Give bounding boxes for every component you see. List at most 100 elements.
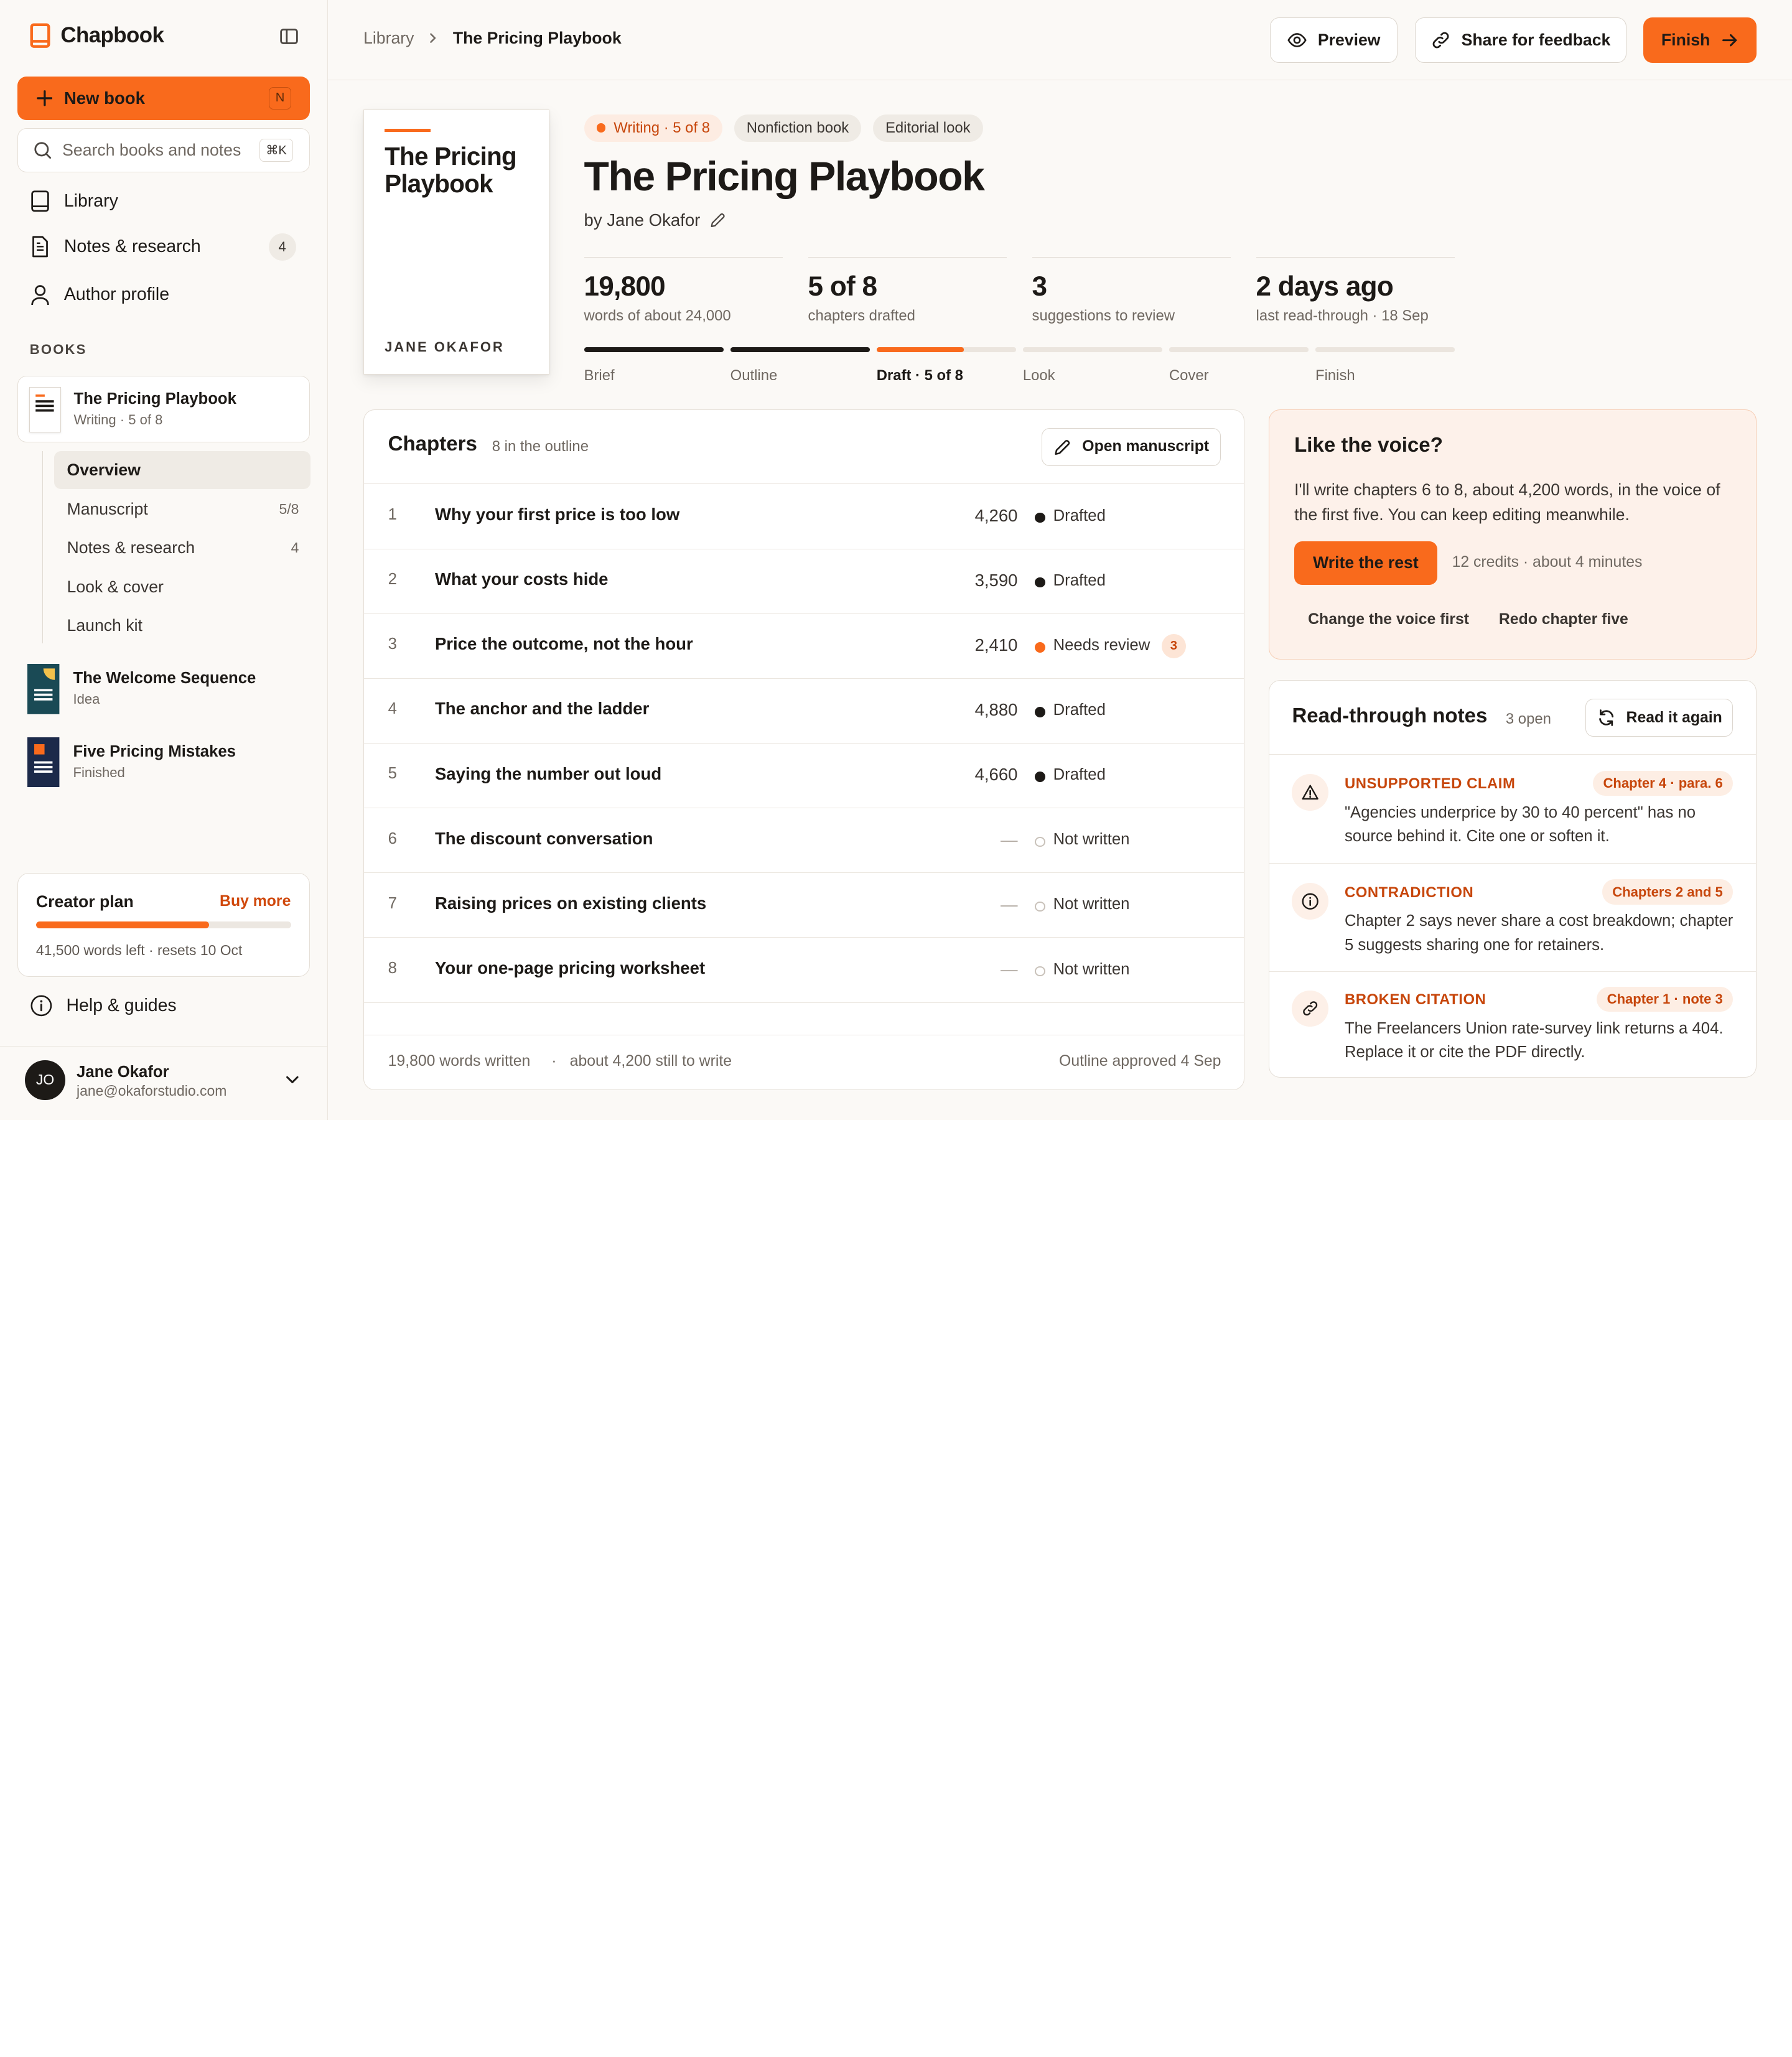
stage-brief-track	[584, 347, 724, 352]
subnav-manuscript[interactable]: Manuscript 5/8	[54, 490, 310, 528]
new-book-button[interactable]: New book N	[17, 77, 310, 120]
chapter-status-dot	[1035, 512, 1045, 523]
book-type-chip: Nonfiction book	[734, 114, 862, 142]
stage-brief-fill	[584, 347, 724, 352]
chapter-row[interactable]: 7 Raising prices on existing clients — Not …	[364, 873, 1244, 938]
note-reference[interactable]: Chapters 2 and 5	[1602, 879, 1734, 905]
note-reference[interactable]: Chapter 4 · para. 6	[1593, 770, 1734, 796]
stat-chapters-value: 5 of 8	[808, 271, 877, 302]
subnav-look-label: Look & cover	[67, 577, 164, 596]
note-text: The Freelancers Union rate-survey link r…	[1344, 1019, 1724, 1061]
cover-accent-rule	[385, 128, 431, 133]
book-cover[interactable]: The Pricing Playbook JANE OKAFOR	[363, 110, 550, 375]
note-kind: UNSUPPORTED CLAIM	[1344, 775, 1516, 793]
chapter-status: Drafted	[1053, 766, 1106, 784]
brand[interactable]: Chapbook	[30, 23, 164, 48]
chapter-word-count: —	[1000, 829, 1018, 849]
note-item[interactable]: UNSUPPORTED CLAIM Chapter 4 · para. 6 "A…	[1269, 755, 1756, 864]
stage-finish-label: Finish	[1315, 366, 1355, 384]
stat-chapters: 5 of 8 chapters drafted	[808, 257, 1007, 324]
nav-author-profile[interactable]: Author profile	[30, 284, 169, 307]
sidebar-toggle-icon[interactable]	[279, 26, 299, 47]
chapter-row[interactable]: 3 Price the outcome, not the hour 2,410 Nee…	[364, 613, 1244, 679]
book-thumbnail	[29, 386, 62, 433]
avatar: JO	[25, 1060, 65, 1100]
redo-chapter-five-button[interactable]: Redo chapter five	[1499, 611, 1628, 628]
finish-button[interactable]: Finish	[1643, 17, 1757, 63]
search-input[interactable]: Search books and notes ⌘K	[17, 128, 310, 173]
chapter-row[interactable]: 4 The anchor and the ladder 4,880 Drafted	[364, 678, 1244, 744]
share-label: Share for feedback	[1461, 30, 1611, 49]
stage-cover[interactable]: Cover	[1169, 347, 1309, 384]
sidebar: Chapbook New book N Search books and not…	[0, 0, 329, 1120]
nav-library[interactable]: Library	[30, 190, 118, 213]
read-again-button[interactable]: Read it again	[1585, 699, 1734, 737]
stage-finish[interactable]: Finish	[1315, 347, 1455, 384]
notes-header: Read-through notes 3 open Read it again	[1269, 681, 1756, 755]
current-book-card[interactable]: The Pricing Playbook Writing · 5 of 8	[17, 376, 310, 442]
stage-outline-track	[730, 347, 870, 352]
stage-outline[interactable]: Outline	[730, 347, 870, 384]
eye-icon	[1287, 30, 1307, 50]
note-item[interactable]: CONTRADICTION Chapters 2 and 5 Chapter 2…	[1269, 864, 1756, 973]
chapters-header: Chapters 8 in the outline Open manuscrip…	[364, 410, 1244, 484]
stat-words-label: words of about 24,000	[584, 307, 731, 324]
open-manuscript-label: Open manuscript	[1082, 438, 1210, 455]
stage-look[interactable]: Look	[1022, 347, 1162, 384]
subnav-launch-kit[interactable]: Launch kit	[54, 607, 310, 645]
chapter-status-dot	[1035, 577, 1045, 588]
pencil-icon[interactable]	[709, 212, 727, 229]
change-voice-button[interactable]: Change the voice first	[1308, 611, 1469, 628]
subnav-overview[interactable]: Overview	[54, 451, 310, 490]
stage-cover-label: Cover	[1169, 366, 1209, 384]
chapter-title: The anchor and the ladder	[434, 699, 650, 719]
read-through-notes: Read-through notes 3 open Read it again …	[1268, 679, 1757, 1078]
chapter-status-dot	[1035, 901, 1045, 912]
plan-card: Creator plan Buy more 41,500 words left …	[17, 873, 310, 977]
nav-notes-research[interactable]: Notes & research 4	[30, 233, 304, 261]
write-the-rest-button[interactable]: Write the rest	[1294, 541, 1437, 585]
cover-title: The Pricing Playbook	[385, 141, 517, 198]
note-reference[interactable]: Chapter 1 · note 3	[1597, 987, 1734, 1012]
review-count-badge[interactable]: 3	[1162, 634, 1186, 658]
chapter-number: 1	[388, 505, 397, 523]
chevron-down-icon	[284, 1071, 301, 1088]
plan-usage-fill	[35, 921, 210, 929]
preview-button[interactable]: Preview	[1269, 17, 1398, 63]
five-pricing-mistakes-title: Five Pricing Mistakes	[73, 742, 236, 760]
stage-brief[interactable]: Brief	[584, 347, 724, 384]
chapter-row[interactable]: 2 What your costs hide 3,590 Drafted	[364, 549, 1244, 614]
stage-draft[interactable]: Draft · 5 of 8	[876, 347, 1016, 384]
subnav-overview-label: Overview	[67, 460, 141, 480]
subnav-launch-label: Launch kit	[67, 616, 142, 635]
document-icon	[30, 235, 50, 258]
share-feedback-button[interactable]: Share for feedback	[1414, 17, 1626, 63]
chapter-row[interactable]: 5 Saying the number out loud 4,660 Drafted	[364, 743, 1244, 809]
subnav-notes-research[interactable]: Notes & research 4	[54, 529, 310, 567]
help-guides-link[interactable]: Help & guides	[30, 994, 177, 1017]
welcome-sequence-cover	[27, 664, 60, 714]
stat-read-through-label: last read-through · 18 Sep	[1256, 307, 1429, 324]
chapter-row[interactable]: 1 Why your first price is too low 4,260 Dra…	[364, 484, 1244, 549]
open-manuscript-button[interactable]: Open manuscript	[1042, 427, 1221, 466]
voice-card: Like the voice? I'll write chapters 6 to…	[1268, 409, 1757, 660]
breadcrumb-library[interactable]: Library	[363, 29, 414, 48]
notes-count: 3 open	[1505, 710, 1551, 727]
user-menu[interactable]: JO Jane Okafor jane@okaforstudio.com	[0, 1045, 329, 1120]
outline-approved: Outline approved 4 Sep	[1059, 1052, 1221, 1070]
byline-text: by Jane Okafor	[584, 210, 701, 230]
chapter-row[interactable]: 6 The discount conversation — Not written	[364, 808, 1244, 874]
subnav-look-cover[interactable]: Look & cover	[54, 568, 310, 606]
link-icon	[1292, 990, 1329, 1027]
plan-title: Creator plan	[35, 892, 134, 911]
note-item[interactable]: BROKEN CITATION Chapter 1 · note 3 The F…	[1269, 971, 1756, 1077]
five-pricing-mistakes-cover	[27, 737, 60, 788]
chapter-row[interactable]: 8 Your one-page pricing worksheet — Not wri…	[364, 938, 1244, 1003]
subnav-notes-label: Notes & research	[67, 538, 195, 557]
breadcrumb-current: The Pricing Playbook	[452, 28, 622, 47]
refresh-icon	[1597, 708, 1616, 727]
nav-library-label: Library	[63, 190, 118, 211]
buy-more-link[interactable]: Buy more	[220, 893, 291, 910]
stage-outline-fill	[730, 347, 870, 352]
user-email: jane@okaforstudio.com	[77, 1083, 227, 1099]
